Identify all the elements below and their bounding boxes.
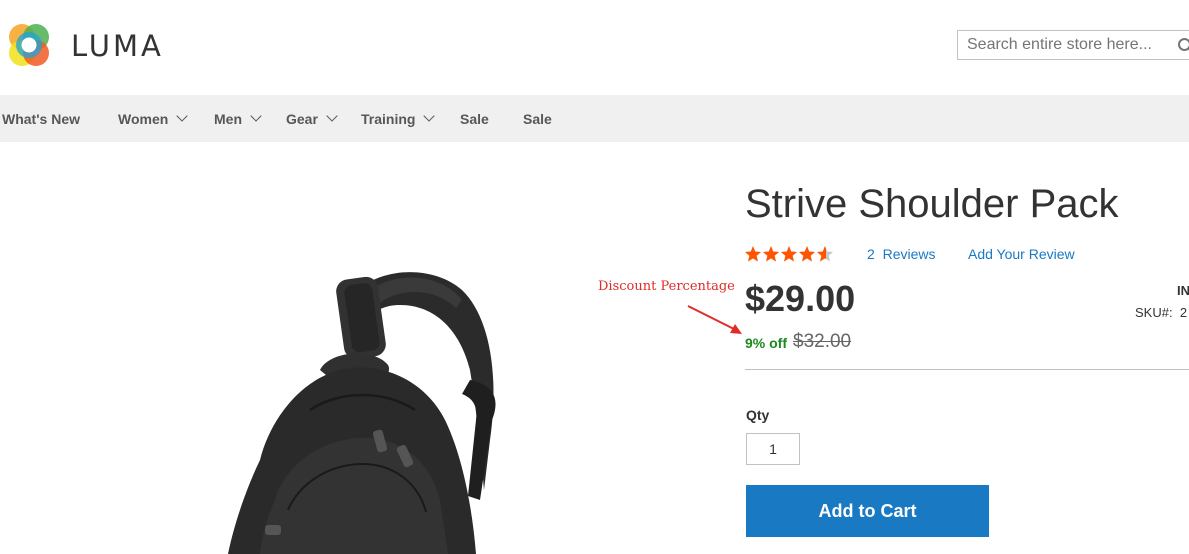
- logo-text: LUMA: [71, 29, 164, 63]
- discount-badge: 9% off: [745, 335, 787, 351]
- chevron-down-icon: [326, 110, 338, 122]
- divider: [745, 369, 1189, 370]
- add-to-cart-button[interactable]: Add to Cart: [746, 485, 989, 537]
- main-navigation: What's New Women Men Gear Training Sale …: [0, 95, 1189, 142]
- product-image[interactable]: [200, 260, 520, 554]
- product-sku: SKU#: 2: [1135, 305, 1187, 320]
- nav-item-label: Training: [361, 110, 416, 127]
- qty-input[interactable]: [746, 433, 800, 465]
- product-title: Strive Shoulder Pack: [745, 182, 1119, 226]
- nav-item-men[interactable]: Men: [214, 95, 262, 142]
- nav-item-label: Women: [118, 110, 169, 127]
- luma-logo-icon: [9, 24, 49, 66]
- nav-item-label: Sale: [523, 110, 552, 127]
- rating-stars: [745, 246, 833, 262]
- nav-item-label: What's New: [2, 110, 81, 127]
- nav-item-gear[interactable]: Gear: [286, 95, 338, 142]
- nav-item-whats-new[interactable]: What's New: [2, 95, 80, 142]
- add-review-link[interactable]: Add Your Review: [968, 246, 1075, 262]
- stock-status: IN: [1177, 283, 1189, 298]
- nav-item-label: Gear: [286, 110, 318, 127]
- store-logo[interactable]: LUMA: [3, 20, 173, 72]
- reviews-link[interactable]: 2 Reviews: [867, 246, 935, 262]
- annotation-arrow-icon: [687, 305, 742, 334]
- nav-item-women[interactable]: Women: [118, 95, 188, 142]
- annotation-label: Discount Percentage: [598, 279, 735, 294]
- chevron-down-icon: [423, 110, 436, 122]
- sku-value: 2: [1179, 305, 1188, 320]
- nav-item-label: Sale: [460, 110, 489, 127]
- nav-item-sale-2[interactable]: Sale: [523, 95, 552, 142]
- qty-label: Qty: [746, 407, 770, 423]
- reviews-count: 2: [867, 246, 875, 262]
- search-box[interactable]: [957, 30, 1189, 60]
- sku-label: SKU#:: [1135, 305, 1173, 320]
- search-input[interactable]: [967, 36, 1172, 54]
- nav-item-label: Men: [214, 110, 242, 127]
- chevron-down-icon: [250, 110, 262, 122]
- product-price: $29.00: [745, 278, 856, 319]
- chevron-down-icon: [176, 110, 188, 122]
- old-price: $32.00: [793, 331, 852, 352]
- search-icon[interactable]: [1177, 37, 1189, 55]
- nav-item-sale[interactable]: Sale: [460, 95, 489, 142]
- nav-item-training[interactable]: Training: [361, 95, 436, 142]
- reviews-label: Reviews: [882, 246, 936, 262]
